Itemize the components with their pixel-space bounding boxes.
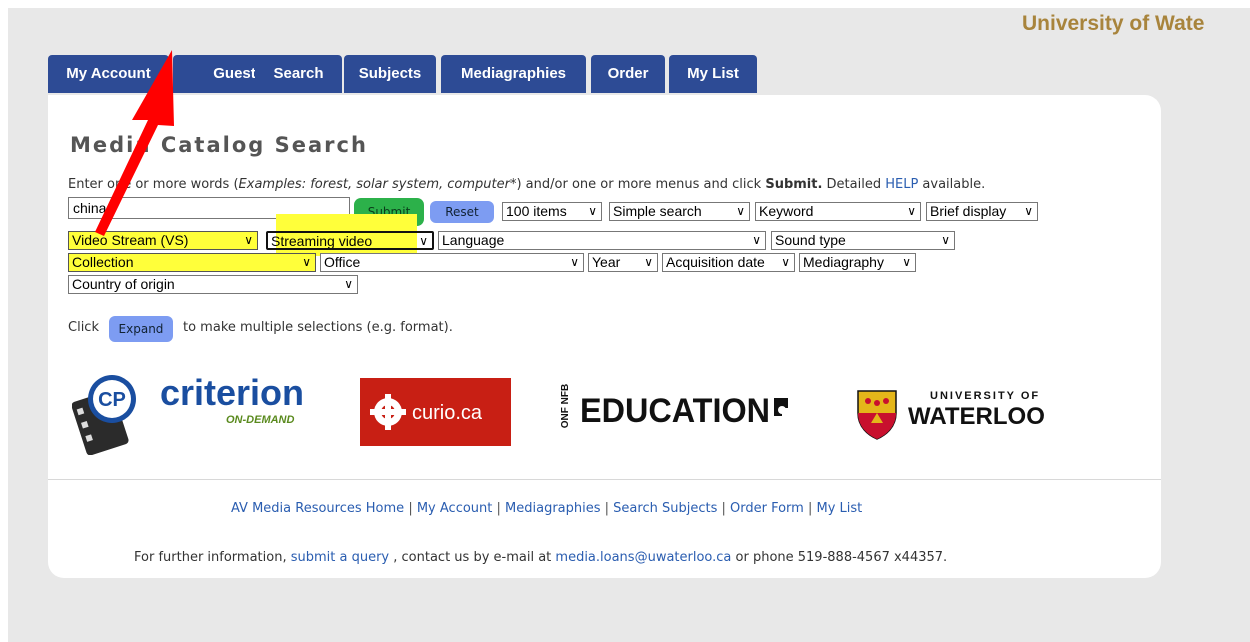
- language-select[interactable]: Language ∨: [438, 231, 766, 250]
- display-select[interactable]: Brief display ∨: [926, 202, 1038, 221]
- uw-top-text: UNIVERSITY OF: [930, 390, 1040, 402]
- format-select[interactable]: Video Stream (VS) ∨: [68, 231, 258, 250]
- mediagraphy-value: Mediagraphy: [803, 254, 884, 270]
- office-value: Office: [324, 254, 361, 270]
- curio-logo-graphic: curio.ca: [370, 394, 483, 430]
- tab-order[interactable]: Order: [591, 55, 665, 93]
- instructions-middle: *) and/or one or more menus and click: [509, 177, 766, 192]
- tab-search[interactable]: Search: [255, 55, 342, 93]
- page-title: Media Catalog Search: [70, 133, 368, 157]
- footer-separator: |: [717, 501, 730, 516]
- expand-instructions: Click to make multiple selections (e.g. …: [68, 320, 453, 335]
- footer-separator: |: [404, 501, 417, 516]
- country-select[interactable]: Country of origin ∨: [68, 275, 358, 294]
- year-select[interactable]: Year ∨: [588, 253, 658, 272]
- sound-type-value: Sound type: [775, 232, 846, 248]
- svg-text:CP: CP: [98, 389, 126, 411]
- curio-logo[interactable]: curio.ca: [360, 378, 511, 446]
- instructions-text: Enter one or more words (Examples: fores…: [68, 177, 985, 192]
- items-per-page-select[interactable]: 100 items ∨: [502, 202, 602, 221]
- mediagraphy-select[interactable]: Mediagraphy ∨: [799, 253, 916, 272]
- year-value: Year: [592, 254, 621, 270]
- items-per-page-value: 100 items: [506, 203, 567, 219]
- footer-separator: |: [492, 501, 506, 516]
- chevron-down-icon: ∨: [244, 233, 253, 247]
- footer-links: AV Media Resources Home | My Account | M…: [231, 501, 862, 516]
- chevron-down-icon: ∨: [907, 204, 916, 218]
- instructions-available: available.: [918, 177, 986, 192]
- chevron-down-icon: ∨: [644, 255, 653, 269]
- search-panel: Media Catalog Search Enter one or more w…: [48, 95, 1161, 578]
- criterion-sub-text: ON-DEMAND: [226, 414, 294, 426]
- waterloo-logo-graphic: UNIVERSITY OF WATERLOO: [857, 390, 1045, 440]
- footer-info-mid: , contact us by e-mail at: [389, 550, 556, 565]
- language-value: Language: [442, 232, 505, 248]
- tab-my-account[interactable]: My Account: [48, 55, 169, 93]
- help-link[interactable]: HELP: [885, 177, 918, 192]
- uw-bottom-text: WATERLOO: [908, 403, 1045, 430]
- instructions-intro: Enter one or more words (: [68, 177, 239, 192]
- sound-type-select[interactable]: Sound type ∨: [771, 231, 955, 250]
- footer-separator: |: [803, 501, 817, 516]
- chevron-down-icon: ∨: [736, 204, 745, 218]
- reset-button[interactable]: Reset: [430, 201, 494, 223]
- footer-divider: [48, 479, 1161, 480]
- chevron-down-icon: ∨: [419, 234, 428, 248]
- nfb-education-logo-graphic: ONF NFB EDUCATION: [560, 384, 788, 430]
- country-value: Country of origin: [72, 276, 175, 292]
- search-mode-select[interactable]: Simple search ∨: [609, 202, 750, 221]
- curio-text: curio.ca: [412, 402, 483, 424]
- chevron-down-icon: ∨: [781, 255, 790, 269]
- search-field-select[interactable]: Keyword ∨: [755, 202, 921, 221]
- format-value: Video Stream (VS): [72, 232, 189, 248]
- nfb-education-logo[interactable]: ONF NFB EDUCATION: [552, 380, 802, 440]
- collection-select[interactable]: Collection ∨: [68, 253, 316, 272]
- tab-subjects[interactable]: Subjects: [344, 55, 436, 93]
- expand-suffix-text: to make multiple selections (e.g. format…: [183, 320, 453, 335]
- footer-link-mediagraphies[interactable]: Mediagraphies: [505, 501, 600, 516]
- nfb-text: ONF NFB: [560, 384, 571, 428]
- chevron-down-icon: ∨: [1024, 204, 1033, 218]
- waterloo-logo[interactable]: UNIVERSITY OF WATERLOO: [856, 383, 1096, 443]
- chevron-down-icon: ∨: [570, 255, 579, 269]
- chevron-down-icon: ∨: [344, 277, 353, 291]
- search-field-value: Keyword: [759, 203, 814, 219]
- collection-value: Collection: [72, 254, 134, 270]
- footer-link-my-list[interactable]: My List: [816, 501, 862, 516]
- footer-link-search-subjects[interactable]: Search Subjects: [613, 501, 717, 516]
- instructions-examples: Examples: forest, solar system, computer: [238, 177, 510, 192]
- criterion-logo[interactable]: CP criterion ON-DEMAND: [71, 365, 312, 456]
- tab-mediagraphies[interactable]: Mediagraphies: [441, 55, 586, 93]
- expand-button[interactable]: Expand: [109, 316, 173, 342]
- footer-link-home[interactable]: AV Media Resources Home: [231, 501, 404, 516]
- footer-link-my-account[interactable]: My Account: [417, 501, 493, 516]
- footer-info-prefix: For further information,: [134, 550, 291, 565]
- search-mode-value: Simple search: [613, 203, 702, 219]
- footer-contact-info: For further information, submit a query …: [134, 550, 947, 565]
- acquisition-date-select[interactable]: Acquisition date ∨: [662, 253, 795, 272]
- footer-link-order-form[interactable]: Order Form: [730, 501, 804, 516]
- email-link[interactable]: media.loans@uwaterloo.ca: [555, 550, 731, 565]
- university-title: University of Wate: [1022, 12, 1205, 35]
- submit-query-link[interactable]: submit a query: [291, 550, 389, 565]
- tab-my-list[interactable]: My List: [669, 55, 757, 93]
- footer-separator: |: [600, 501, 614, 516]
- education-text: EDUCATION: [580, 392, 770, 430]
- instructions-submit-word: Submit.: [765, 177, 823, 192]
- chevron-down-icon: ∨: [752, 233, 761, 247]
- criterion-text: criterion: [160, 372, 304, 413]
- chevron-down-icon: ∨: [588, 204, 597, 218]
- chevron-down-icon: ∨: [902, 255, 911, 269]
- display-value: Brief display: [930, 203, 1007, 219]
- office-select[interactable]: Office ∨: [320, 253, 584, 272]
- chevron-down-icon: ∨: [302, 255, 311, 269]
- criterion-logo-graphic: CP criterion ON-DEMAND: [71, 372, 304, 456]
- media-type-value: Streaming video: [271, 233, 373, 249]
- instructions-detailed: Detailed: [822, 177, 886, 192]
- click-text: Click: [68, 320, 99, 335]
- acquisition-date-value: Acquisition date: [666, 254, 765, 270]
- chevron-down-icon: ∨: [941, 233, 950, 247]
- media-type-select[interactable]: Streaming video ∨: [266, 231, 434, 250]
- footer-info-suffix: or phone 519-888-4567 x44357.: [731, 550, 948, 565]
